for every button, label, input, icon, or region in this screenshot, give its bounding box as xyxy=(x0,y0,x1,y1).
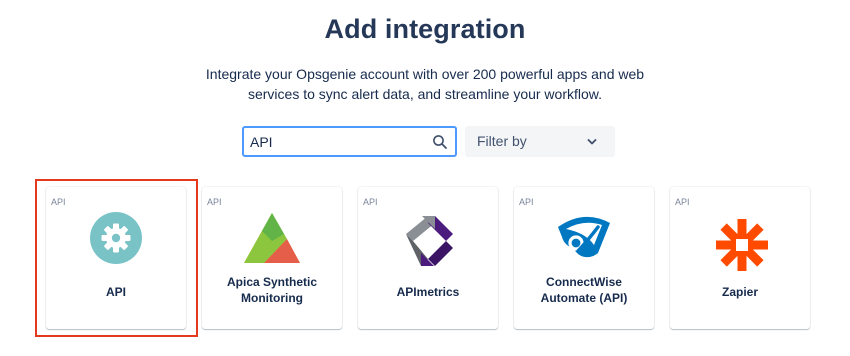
subtitle-line-1: Integrate your Opsgenie account with ove… xyxy=(205,66,645,82)
filter-by-label: Filter by xyxy=(477,133,527,149)
card-category-tag: API xyxy=(207,197,222,207)
integration-card-apica[interactable]: API Apica Synthetic Monitoring xyxy=(202,187,342,329)
page-subtitle: Integrate your Opsgenie account with ove… xyxy=(0,64,850,104)
card-name: ConnectWise Automate (API) xyxy=(518,274,650,306)
card-category-tag: API xyxy=(675,197,690,207)
integration-card-zapier[interactable]: API Zapier xyxy=(670,187,810,329)
search-icon[interactable] xyxy=(432,134,448,150)
card-name-line-1: Apica Synthetic xyxy=(226,275,318,289)
apica-logo xyxy=(244,213,300,263)
card-name-line-1: ConnectWise xyxy=(546,275,622,289)
card-category-tag: API xyxy=(363,197,378,207)
card-name-line-2: Monitoring xyxy=(241,291,303,305)
card-category-tag: API xyxy=(519,197,534,207)
connectwise-logo xyxy=(558,216,610,258)
filter-by-dropdown[interactable]: Filter by xyxy=(465,126,615,157)
apimetrics-logo xyxy=(406,216,453,266)
card-name: APImetrics xyxy=(396,285,460,299)
card-name-line-2: Automate (API) xyxy=(540,291,628,305)
card-name: API xyxy=(105,285,126,299)
search-box[interactable] xyxy=(242,126,457,157)
integration-card-connectwise[interactable]: API ConnectWise Automate (API) xyxy=(514,187,654,329)
gear-icon xyxy=(90,212,142,264)
zapier-logo xyxy=(716,219,768,271)
integration-card-api[interactable]: API API xyxy=(46,187,186,329)
chevron-down-icon xyxy=(587,139,597,145)
page-title: Add integration xyxy=(324,14,526,44)
integration-card-apimetrics[interactable]: API APImetrics xyxy=(358,187,498,329)
card-name: Apica Synthetic Monitoring xyxy=(206,274,338,306)
search-input[interactable] xyxy=(250,133,420,151)
subtitle-line-2: services to sync alert data, and streaml… xyxy=(247,86,603,102)
card-category-tag: API xyxy=(51,197,66,207)
card-name: Zapier xyxy=(721,285,758,299)
